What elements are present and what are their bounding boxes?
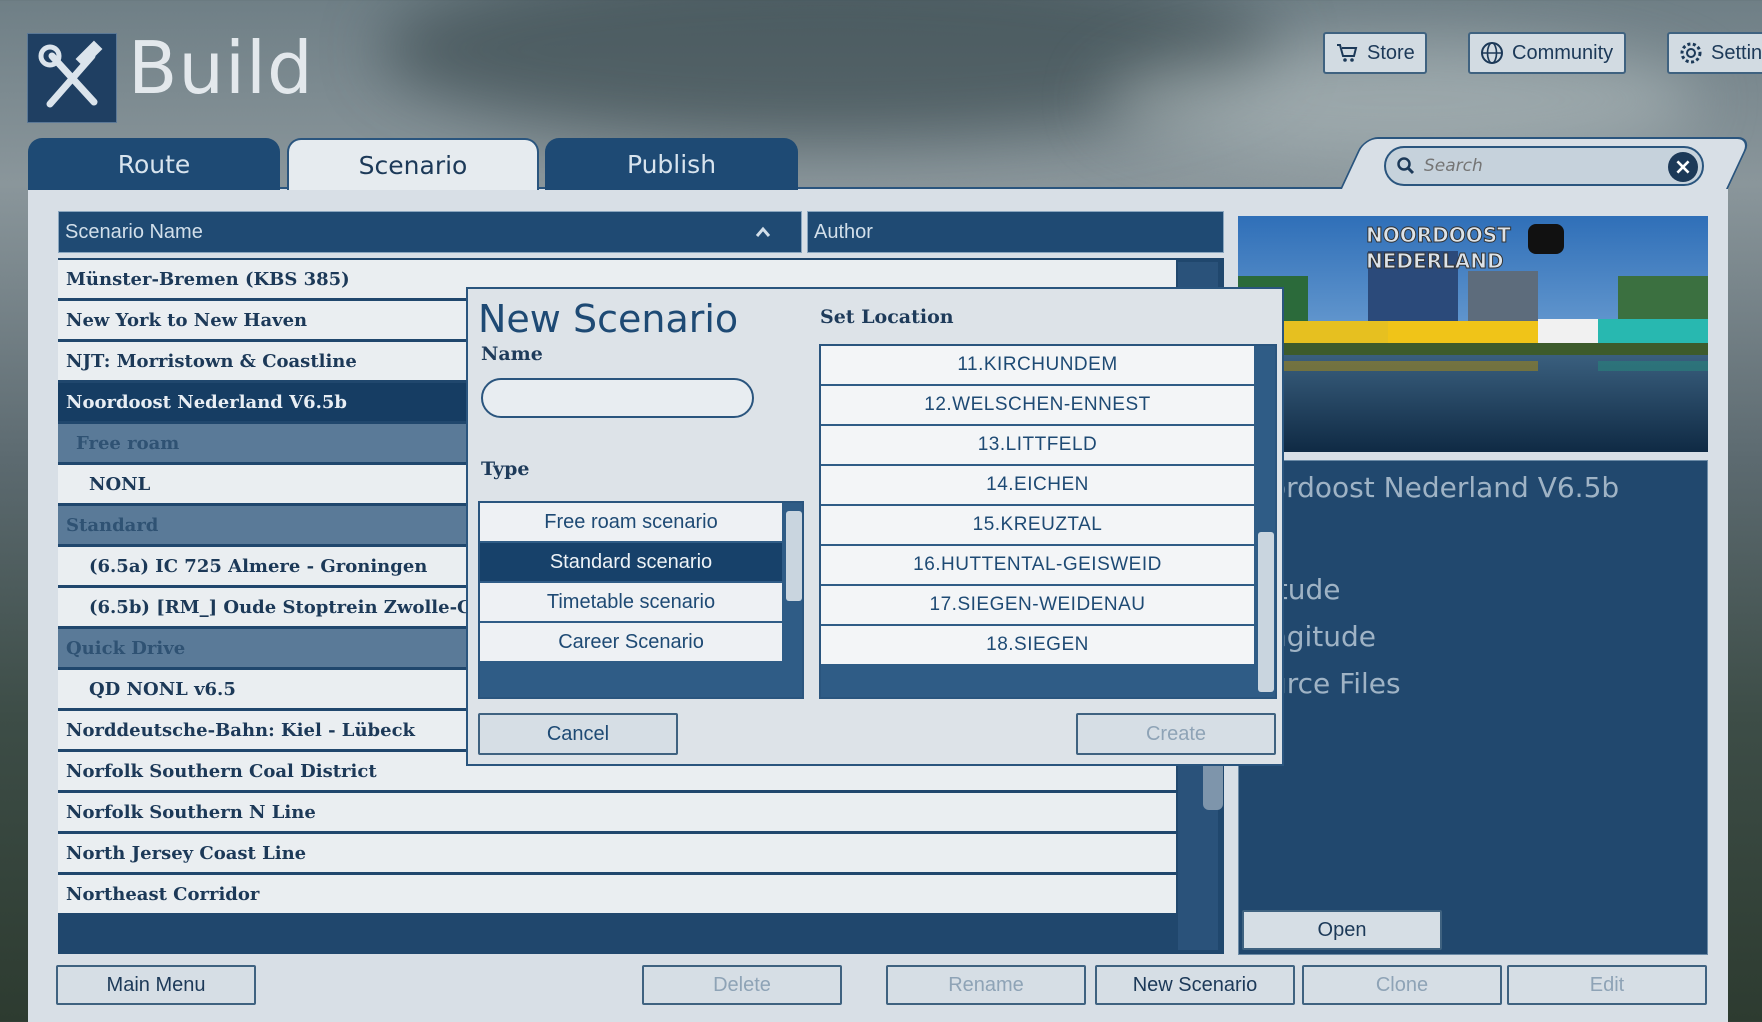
list-item[interactable]: Norfolk Southern N Line [58, 793, 1176, 831]
location-option[interactable]: 11.KIRCHUNDEM [821, 346, 1254, 384]
main-menu-button[interactable]: Main Menu [56, 965, 256, 1005]
chevron-up-icon [755, 226, 771, 237]
type-scrollbar-thumb[interactable] [786, 511, 802, 601]
location-option[interactable]: 18.SIEGEN [821, 626, 1254, 664]
column-header-name-label: Scenario Name [65, 220, 203, 243]
location-option[interactable]: 16.HUTTENTAL-GEISWEID [821, 546, 1254, 584]
globe-icon [1481, 42, 1503, 64]
location-label: Set Location [820, 306, 954, 328]
delete-button[interactable]: Delete [642, 965, 842, 1005]
type-option[interactable]: Timetable scenario [480, 583, 782, 621]
search-input[interactable] [1424, 156, 1654, 176]
search-icon [1397, 157, 1415, 175]
type-option[interactable]: Free roam scenario [480, 503, 782, 541]
location-list: 11.KIRCHUNDEM 12.WELSCHEN-ENNEST 13.LITT… [819, 344, 1277, 699]
dialog-title: New Scenario [478, 297, 739, 341]
column-header-author[interactable]: Author [807, 211, 1224, 253]
rename-button[interactable]: Rename [886, 965, 1086, 1005]
route-logo-mark [1528, 224, 1564, 254]
column-header-name[interactable]: Scenario Name [58, 211, 802, 253]
route-logo-text: NOORDOOST NEDERLAND [1366, 222, 1512, 274]
community-label: Community [1512, 41, 1614, 64]
location-option[interactable]: 15.KREUZTAL [821, 506, 1254, 544]
cart-icon [1337, 44, 1358, 62]
scenario-name-input[interactable] [481, 378, 754, 418]
type-label: Type [481, 458, 530, 480]
build-logo [27, 33, 117, 123]
settings-label: Settin [1711, 41, 1762, 64]
tab-scenario[interactable]: Scenario [287, 138, 539, 190]
list-item[interactable]: North Jersey Coast Line [58, 834, 1176, 872]
gear-icon [1680, 42, 1702, 64]
cancel-button[interactable]: Cancel [478, 713, 678, 755]
location-option[interactable]: 12.WELSCHEN-ENNEST [821, 386, 1254, 424]
settings-button[interactable]: Settin [1667, 32, 1762, 74]
tab-publish[interactable]: Publish [545, 138, 798, 190]
location-option[interactable]: 14.EICHEN [821, 466, 1254, 504]
close-icon[interactable]: × [1668, 152, 1698, 182]
name-label: Name [481, 343, 543, 365]
column-header-author-label: Author [814, 220, 873, 243]
new-scenario-dialog: New Scenario Name Type Free roam scenari… [466, 287, 1284, 766]
list-item[interactable]: Northeast Corridor [58, 875, 1176, 913]
source-files-label: urce Files [1269, 667, 1401, 700]
open-button[interactable]: Open [1242, 910, 1442, 950]
new-scenario-button[interactable]: New Scenario [1095, 965, 1295, 1005]
store-button[interactable]: Store [1323, 32, 1427, 74]
route-title: ordoost Nederland V6.5b [1269, 471, 1620, 504]
store-label: Store [1367, 41, 1415, 64]
create-button[interactable]: Create [1076, 713, 1276, 755]
community-button[interactable]: Community [1468, 32, 1626, 74]
location-option[interactable]: 13.LITTFELD [821, 426, 1254, 464]
search-field[interactable]: × [1384, 146, 1704, 186]
route-preview-image: NOORDOOST NEDERLAND [1238, 216, 1708, 452]
location-option[interactable]: 17.SIEGEN-WEIDENAU [821, 586, 1254, 624]
location-scrollbar-thumb[interactable] [1258, 532, 1274, 692]
clone-button[interactable]: Clone [1302, 965, 1502, 1005]
page-title: Build [128, 26, 314, 110]
edit-button[interactable]: Edit [1507, 965, 1707, 1005]
type-option-selected[interactable]: Standard scenario [480, 543, 782, 581]
tab-route[interactable]: Route [28, 138, 280, 190]
route-logo-line-2: NEDERLAND [1366, 249, 1505, 274]
longitude-label: ngitude [1269, 620, 1377, 653]
route-logo-line-1: NOORDOOST [1366, 223, 1512, 248]
type-option[interactable]: Career Scenario [480, 623, 782, 661]
type-list: Free roam scenario Standard scenario Tim… [478, 501, 804, 699]
hammer-wrench-icon [38, 40, 103, 108]
route-info-panel: ordoost Nederland V6.5b itude ngitude ur… [1238, 460, 1708, 955]
